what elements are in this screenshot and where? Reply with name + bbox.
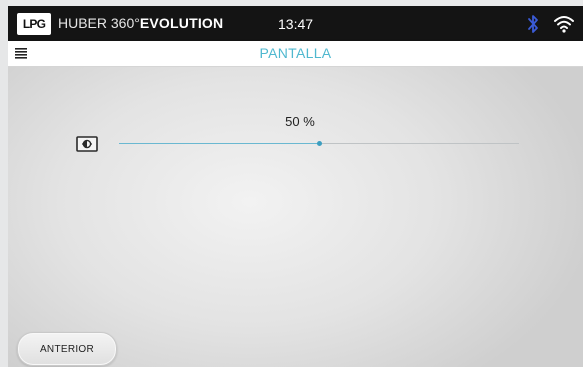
brand-prefix: HUBER 360° [58, 15, 140, 31]
title-bar: PANTALLA [8, 41, 583, 67]
app-screen: LPG HUBER 360°EVOLUTION 13:47 PANTALLA 5… [8, 6, 583, 367]
bluetooth-icon [528, 15, 538, 33]
brand-logo: LPG [17, 13, 51, 35]
status-bar: LPG HUBER 360°EVOLUTION 13:47 [8, 6, 583, 41]
slider-fill [119, 143, 319, 144]
back-button[interactable]: ANTERIOR [17, 332, 117, 366]
brightness-icon [76, 136, 98, 152]
wifi-icon [554, 16, 574, 33]
device-screen: LPG HUBER 360°EVOLUTION 13:47 PANTALLA 5… [0, 0, 583, 367]
brightness-value: 50 % [285, 114, 315, 129]
slider-thumb[interactable] [317, 141, 322, 146]
device-frame [0, 0, 8, 367]
brightness-slider[interactable] [119, 139, 519, 149]
page-title: PANTALLA [259, 45, 332, 61]
brightness-panel: 50 % ANTERIOR [8, 67, 583, 367]
brand-suffix: EVOLUTION [139, 15, 224, 31]
status-clock: 13:47 [278, 16, 314, 32]
brand-name: HUBER 360°EVOLUTION [58, 14, 223, 32]
